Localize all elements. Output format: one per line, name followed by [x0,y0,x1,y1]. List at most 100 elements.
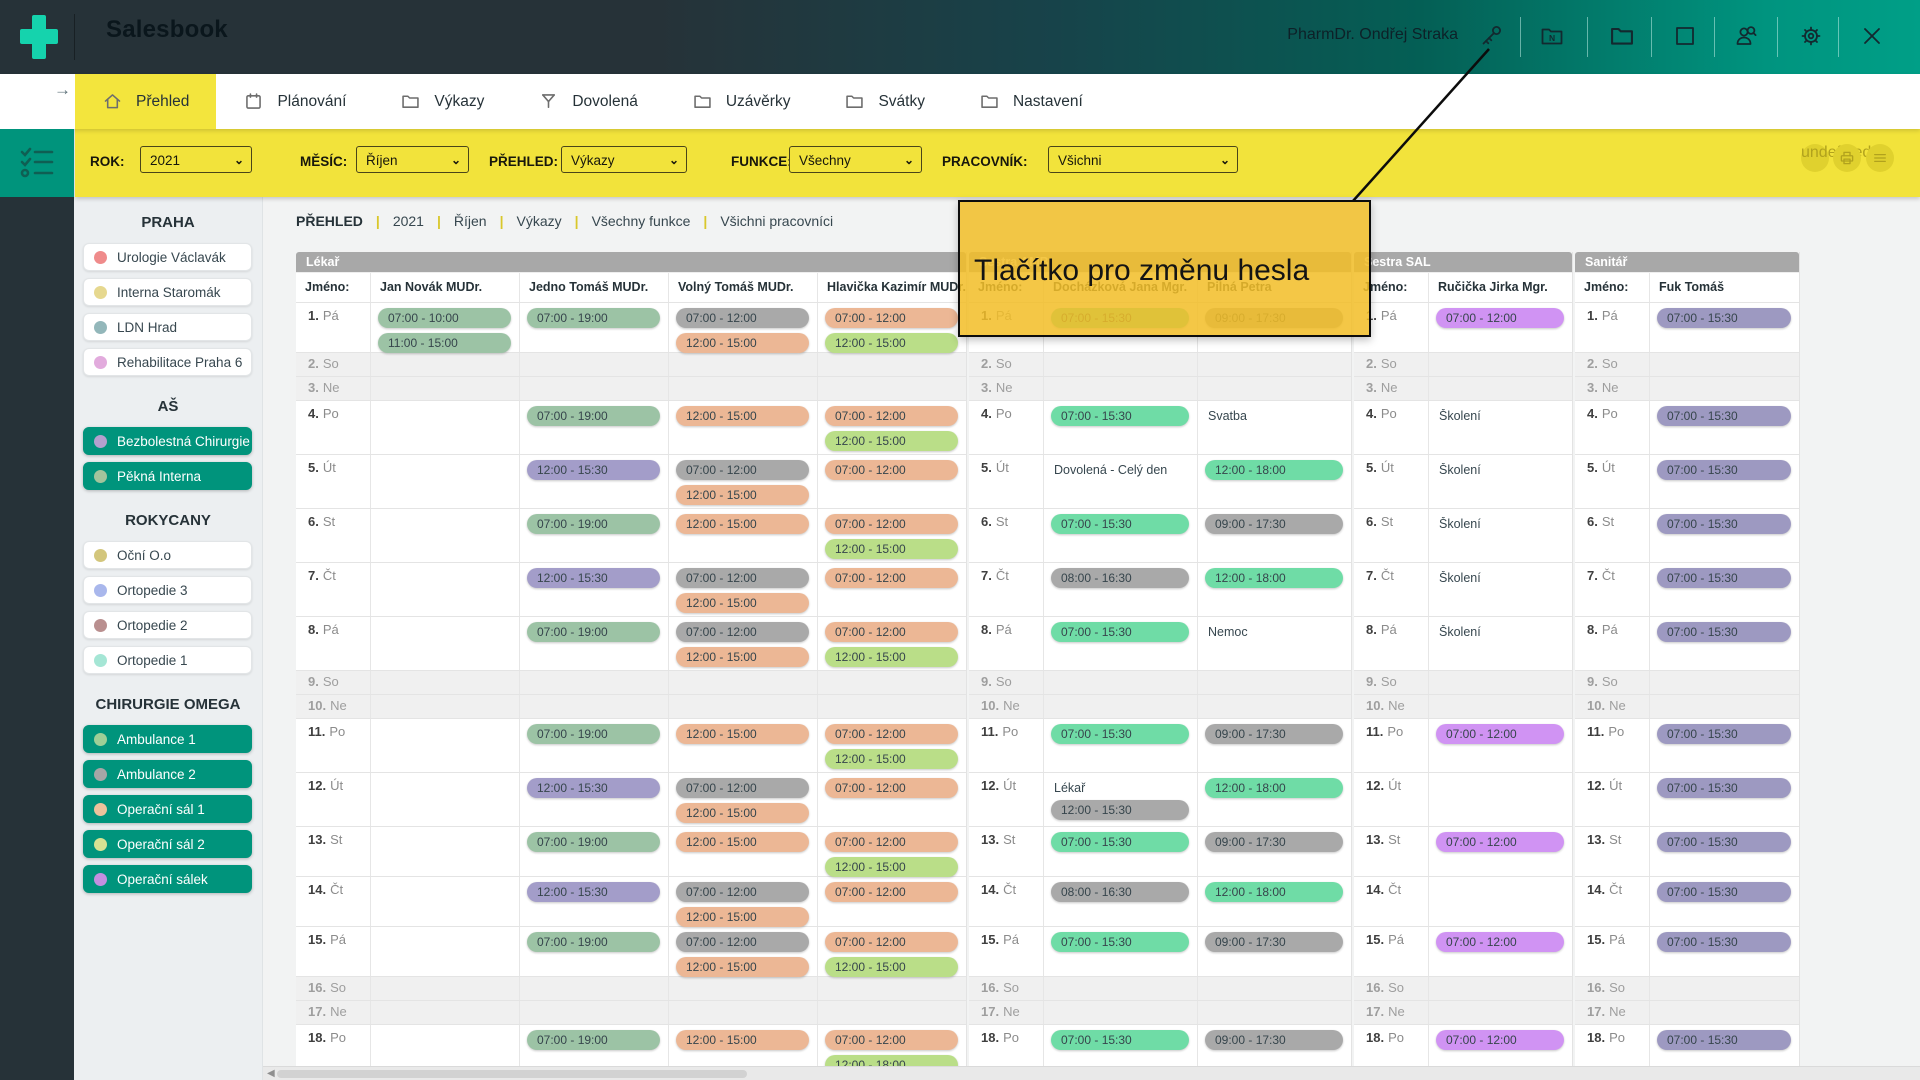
shift-chip[interactable]: 12:00 - 15:00 [825,539,958,559]
shift-chip[interactable]: 07:00 - 19:00 [527,832,660,852]
shift-chip[interactable]: 07:00 - 15:30 [1657,568,1791,588]
sidebar-item-operacni-sal-1[interactable]: Operační sál 1 [83,795,252,823]
shift-chip[interactable]: 07:00 - 15:30 [1657,832,1791,852]
window-icon[interactable] [1671,22,1699,50]
shift-chip[interactable]: 12:00 - 15:00 [676,593,809,613]
shift-chip[interactable]: 12:00 - 15:00 [676,333,809,353]
folder-icon[interactable] [1608,22,1636,50]
shift-chip[interactable]: 12:00 - 15:00 [676,832,809,852]
key-icon[interactable] [1477,22,1505,50]
shift-chip[interactable]: 09:00 - 17:30 [1205,832,1343,852]
shift-chip[interactable]: 07:00 - 12:00 [825,406,958,426]
shift-chip[interactable]: 07:00 - 12:00 [825,1030,958,1050]
tab-nastaveni[interactable]: Nastavení [952,74,1110,129]
filter-select-prehled[interactable]: Výkazy⌄ [561,146,687,173]
shift-chip[interactable]: 12:00 - 15:00 [676,1030,809,1050]
shift-chip[interactable]: 07:00 - 12:00 [1436,308,1564,328]
sidebar-item-operacni-sal-2[interactable]: Operační sál 2 [83,830,252,858]
tab-prehled[interactable]: Přehled [75,74,216,129]
shift-chip[interactable]: 07:00 - 12:00 [1436,832,1564,852]
sidebar-item-operacni-salek[interactable]: Operační sálek [83,865,252,893]
tab-planovani[interactable]: Plánování [216,74,373,129]
shift-chip[interactable]: 07:00 - 12:00 [825,622,958,642]
filter-select-pracovnik[interactable]: Všichni⌄ [1048,146,1238,173]
shift-chip[interactable]: 07:00 - 12:00 [825,778,958,798]
shift-chip[interactable]: 12:00 - 15:00 [676,647,809,667]
scrollbar-thumb[interactable] [277,1070,747,1078]
shift-chip[interactable]: 07:00 - 19:00 [527,308,660,328]
shift-chip[interactable]: 07:00 - 12:00 [825,882,958,902]
shift-chip[interactable]: 12:00 - 18:00 [1205,568,1343,588]
shift-chip[interactable]: 12:00 - 18:00 [1205,460,1343,480]
sidebar-toggle-button[interactable] [0,129,74,197]
shift-chip[interactable]: 07:00 - 15:30 [1657,406,1791,426]
shift-chip[interactable]: 07:00 - 15:30 [1657,882,1791,902]
shift-chip[interactable]: 12:00 - 15:00 [676,406,809,426]
shift-chip[interactable]: 07:00 - 15:30 [1657,514,1791,534]
shift-chip[interactable]: 12:00 - 15:00 [676,803,809,823]
filter-select-mesic[interactable]: Říjen⌄ [356,146,469,173]
shift-chip[interactable]: 12:00 - 15:00 [825,431,958,451]
shift-chip[interactable]: 07:00 - 12:00 [825,832,958,852]
shift-chip[interactable]: 07:00 - 12:00 [1436,1030,1564,1050]
shift-chip[interactable]: 12:00 - 15:30 [527,460,660,480]
shift-chip[interactable]: 12:00 - 15:00 [825,857,958,877]
shift-chip[interactable]: 12:00 - 15:30 [527,778,660,798]
shift-chip[interactable]: 12:00 - 15:00 [676,957,809,977]
tab-uzaverky[interactable]: Uzávěrky [665,74,818,129]
shift-chip[interactable]: 07:00 - 12:00 [676,622,809,642]
filter-select-rok[interactable]: 2021⌄ [140,146,252,173]
shift-chip[interactable]: 12:00 - 15:30 [527,568,660,588]
scroll-left-arrow-icon[interactable]: ◀ [267,1067,275,1080]
shift-chip[interactable]: 07:00 - 12:00 [825,724,958,744]
menu-button[interactable] [1866,144,1894,172]
shift-chip[interactable]: 12:00 - 15:30 [527,882,660,902]
cell-note[interactable]: Školení [1439,571,1572,585]
cell-note[interactable]: Nemoc [1208,625,1351,639]
shift-chip[interactable]: 07:00 - 12:00 [676,460,809,480]
shift-chip[interactable]: 12:00 - 18:00 [1205,882,1343,902]
shift-chip[interactable]: 07:00 - 19:00 [527,932,660,952]
shift-chip[interactable]: 09:00 - 17:30 [1205,932,1343,952]
shift-chip[interactable]: 07:00 - 10:00 [378,308,511,328]
shift-chip[interactable]: 09:00 - 17:30 [1205,724,1343,744]
cell-note[interactable]: Školení [1439,625,1572,639]
sidebar-item-pekna-interna[interactable]: Pěkná Interna [83,462,252,490]
shift-chip[interactable]: 12:00 - 15:00 [825,647,958,667]
shift-chip[interactable]: 12:00 - 15:00 [676,514,809,534]
sidebar-item-interna-staromak[interactable]: Interna Staromák [83,278,252,306]
shift-chip[interactable]: 07:00 - 12:00 [825,514,958,534]
cell-note[interactable]: Svatba [1208,409,1351,423]
shift-chip[interactable]: 09:00 - 17:30 [1205,514,1343,534]
close-icon[interactable] [1858,22,1886,50]
sidebar-item-ambulance-2[interactable]: Ambulance 2 [83,760,252,788]
sidebar-item-urologie-vaclavak[interactable]: Urologie Václavák [83,243,252,271]
folder-n-icon[interactable]: N [1538,22,1566,50]
sidebar-item-rehabilitace-praha-6[interactable]: Rehabilitace Praha 6 [83,348,252,376]
shift-chip[interactable]: 07:00 - 19:00 [527,1030,660,1050]
cell-note[interactable]: Dovolená - Celý den [1054,463,1197,477]
cell-note[interactable]: Školení [1439,517,1572,531]
tab-dovolena[interactable]: Dovolená [511,74,665,129]
shift-chip[interactable]: 07:00 - 15:30 [1051,514,1189,534]
cell-note[interactable]: Školení [1439,463,1572,477]
shift-chip[interactable]: 07:00 - 12:00 [1436,724,1564,744]
shift-chip[interactable]: 07:00 - 19:00 [527,406,660,426]
shift-chip[interactable]: 08:00 - 16:30 [1051,568,1189,588]
shift-chip[interactable]: 07:00 - 15:30 [1657,460,1791,480]
print-button[interactable] [1833,144,1861,172]
shift-chip[interactable]: 07:00 - 19:00 [527,724,660,744]
settings-icon[interactable] [1797,22,1825,50]
tab-vykazy[interactable]: Výkazy [373,74,511,129]
shift-chip[interactable]: 07:00 - 19:00 [527,622,660,642]
sidebar-item-ortopedie-3[interactable]: Ortopedie 3 [83,576,252,604]
sidebar-item-ortopedie-1[interactable]: Ortopedie 1 [83,646,252,674]
shift-chip[interactable]: 07:00 - 15:30 [1657,724,1791,744]
shift-chip[interactable]: 07:00 - 12:00 [676,308,809,328]
shift-chip[interactable]: 07:00 - 12:00 [1436,932,1564,952]
shift-chip[interactable]: 07:00 - 12:00 [825,308,958,328]
cell-note[interactable]: Školení [1439,409,1572,423]
sidebar-item-ortopedie-2[interactable]: Ortopedie 2 [83,611,252,639]
shift-chip[interactable]: 11:00 - 15:00 [378,333,511,353]
shift-chip[interactable]: 07:00 - 15:30 [1051,724,1189,744]
